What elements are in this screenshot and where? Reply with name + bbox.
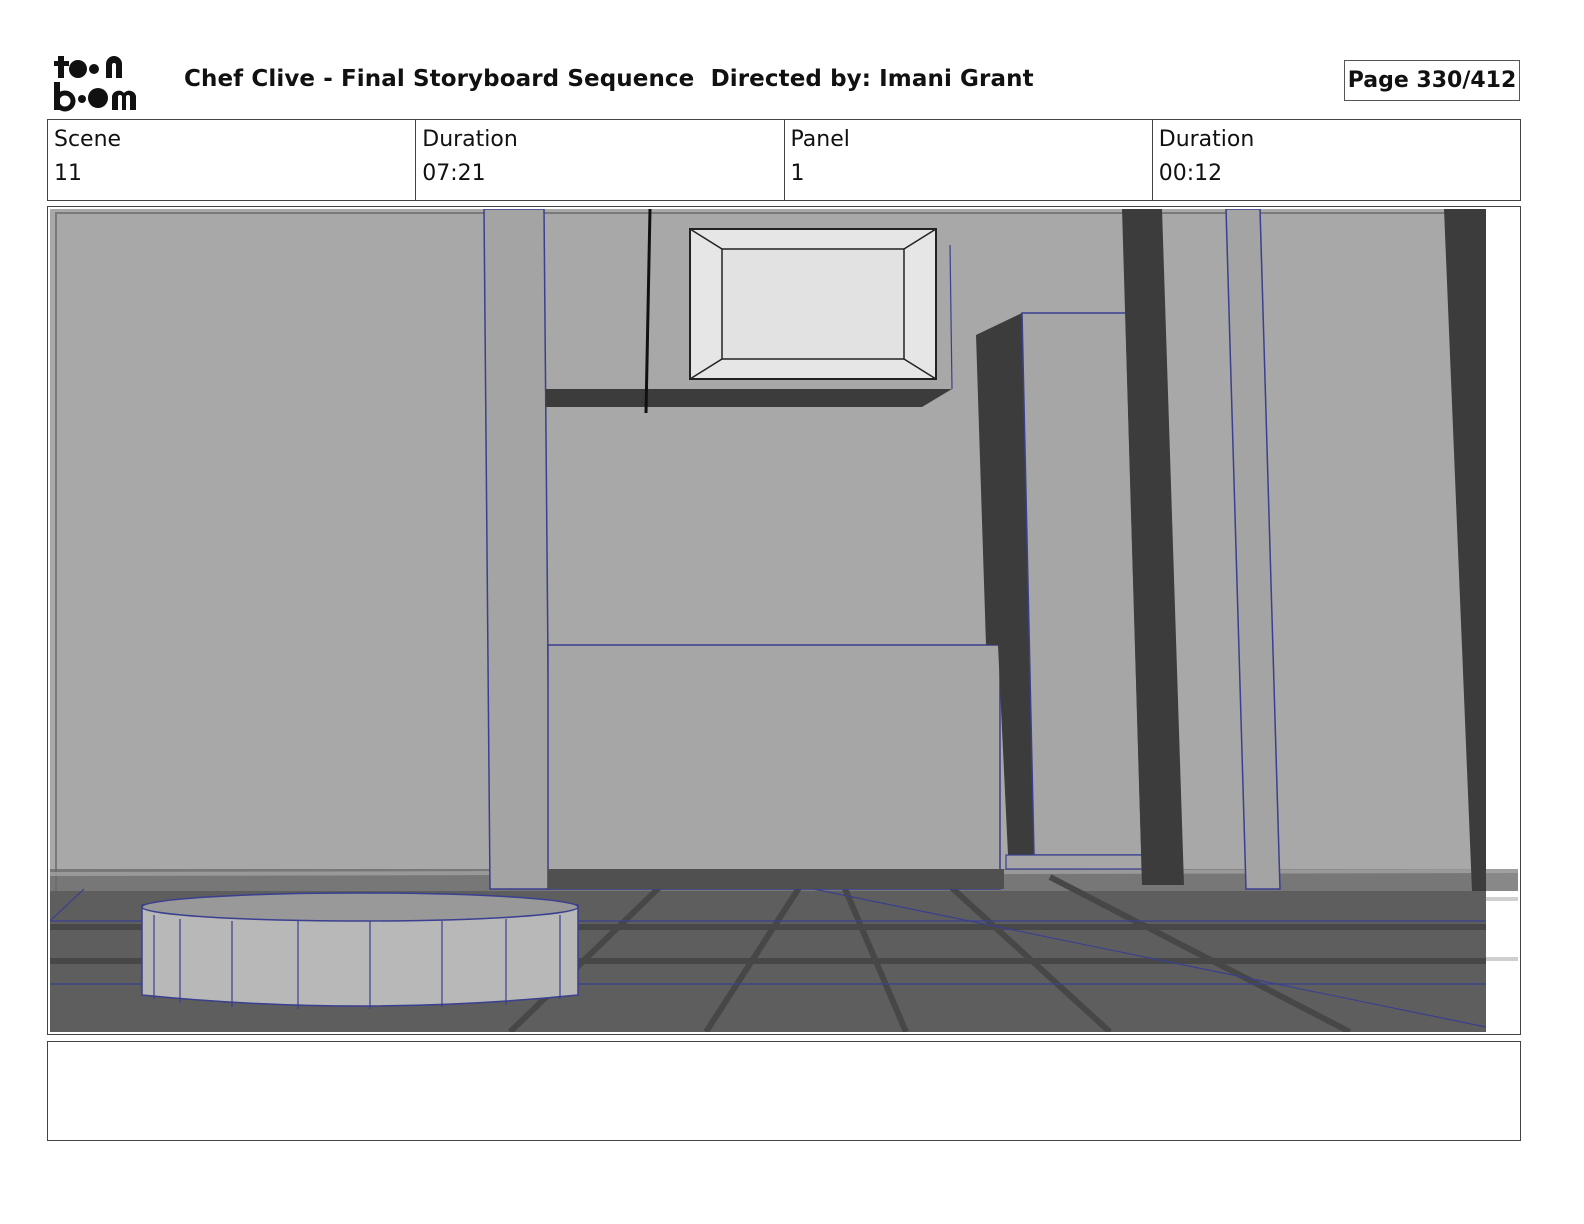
scene-duration-value: 07:21 <box>422 161 486 186</box>
back-counter <box>547 644 1001 890</box>
panel-label: Panel <box>790 127 850 152</box>
scene-duration-label: Duration <box>422 127 518 152</box>
picture-frame <box>689 228 953 390</box>
shelf <box>546 389 952 407</box>
toonboom-logo <box>54 56 136 112</box>
panel-value: 1 <box>790 161 805 186</box>
panel-duration-value: 00:12 <box>1158 161 1223 186</box>
panel-cell: Panel 1 <box>785 120 1153 200</box>
scene-duration-cell: Duration 07:21 <box>416 120 785 200</box>
page-number: Page 330/412 <box>1344 60 1520 101</box>
scene-label: Scene <box>54 127 122 152</box>
scene-value: 11 <box>54 161 82 186</box>
document-title: Chef Clive - Final Storyboard Sequence D… <box>184 66 1034 92</box>
panel-notes-box <box>47 1041 1521 1141</box>
left-column <box>483 209 551 890</box>
scene-cell: Scene 11 <box>48 120 417 200</box>
scene-info-table: Scene 11 Duration 07:21 Panel 1 Duration… <box>47 119 1521 201</box>
panel-duration-label: Duration <box>1158 127 1255 152</box>
round-tub <box>141 892 579 1009</box>
storyboard-panel-image <box>50 209 1518 1032</box>
fridge-front <box>1021 312 1143 856</box>
panel-duration-cell: Duration 00:12 <box>1153 120 1520 200</box>
